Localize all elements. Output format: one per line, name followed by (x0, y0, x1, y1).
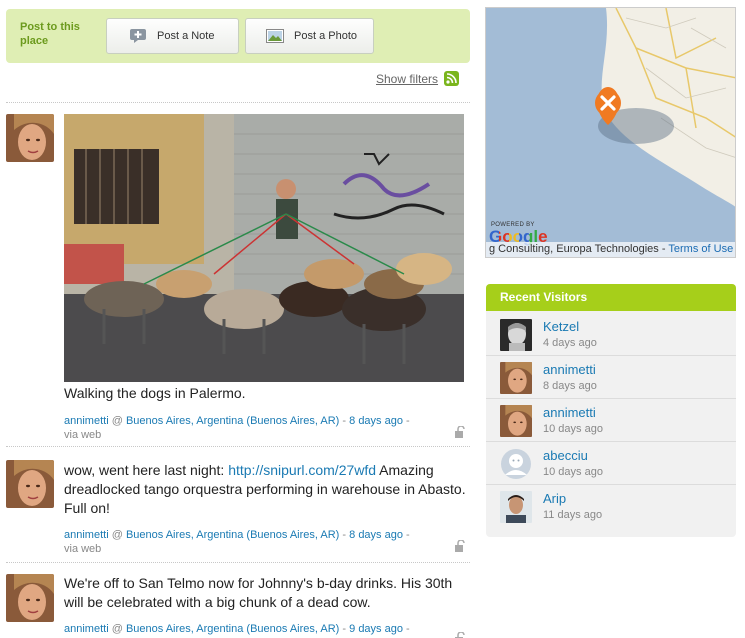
feed-entry: Walking the dogs in Palermo. annimetti @… (6, 114, 470, 444)
at-sign: @ (111, 415, 123, 427)
separator: - (342, 529, 347, 541)
visitor-time: 10 days ago (543, 466, 603, 478)
entry-text: wow, went here last night: http://snipur… (64, 461, 469, 518)
visitor-item[interactable]: Arip 11 days ago (486, 485, 736, 528)
post-photo-button[interactable]: Post a Photo (245, 18, 374, 54)
entry-link[interactable]: http://snipurl.com/27wfd (228, 462, 376, 478)
avatar[interactable] (6, 460, 54, 508)
visitor-item[interactable]: Ketzel 4 days ago (486, 313, 736, 356)
entry-text: We're off to San Telmo now for Johnny's … (64, 575, 453, 610)
at-sign: @ (111, 623, 123, 635)
entry-user-link[interactable]: annimetti (64, 623, 109, 635)
visitor-item[interactable]: abecciu 10 days ago (486, 442, 736, 485)
entry-time-link[interactable]: 8 days ago (349, 415, 403, 427)
separator: - (406, 623, 410, 635)
visitor-time: 4 days ago (543, 337, 597, 349)
visitor-avatar[interactable] (500, 491, 532, 523)
visitor-time: 8 days ago (543, 380, 597, 392)
location-map[interactable]: POWERED BY Google g Consulting, Europa T… (485, 7, 736, 258)
visitor-name[interactable]: Arip (543, 491, 566, 506)
visitor-name[interactable]: Ketzel (543, 319, 579, 334)
entry-place-link[interactable]: Buenos Aires, Argentina (Buenos Aires, A… (126, 415, 339, 427)
feed-divider (6, 102, 470, 103)
feed-entry: We're off to San Telmo now for Johnny's … (6, 574, 470, 638)
note-icon (130, 29, 146, 43)
visitor-item[interactable]: annimetti 8 days ago (486, 356, 736, 399)
feed-divider (6, 446, 470, 447)
terms-of-use-link[interactable]: Terms of Use (668, 243, 733, 255)
at-sign: @ (111, 529, 123, 541)
separator: - (406, 529, 410, 541)
entry-text-before: wow, went here last night: (64, 462, 229, 478)
visitor-avatar[interactable] (500, 319, 532, 351)
post-photo-label: Post a Photo (294, 30, 357, 42)
visitor-name[interactable]: abecciu (543, 448, 588, 463)
post-note-label: Post a Note (157, 30, 215, 42)
entry-time-link[interactable]: 9 days ago (349, 623, 403, 635)
visitor-avatar[interactable] (500, 405, 532, 437)
post-to-place-label: Post to this place (20, 21, 80, 47)
avatar[interactable] (6, 574, 54, 622)
separator: - (342, 415, 347, 427)
visitor-item[interactable]: annimetti 10 days ago (486, 399, 736, 442)
entry-via: via web (64, 429, 102, 441)
visitor-time: 11 days ago (543, 509, 603, 521)
feed-entry: wow, went here last night: http://snipur… (6, 460, 470, 560)
visitor-avatar[interactable] (500, 362, 532, 394)
lock-icon (455, 632, 465, 638)
separator: - (406, 415, 410, 427)
recent-visitors-panel: Recent Visitors Ketzel 4 days ago annime… (486, 284, 736, 537)
map-credit-text: g Consulting, Europa Technologies - (489, 243, 669, 255)
entry-meta: annimetti @ Buenos Aires, Argentina (Bue… (64, 528, 464, 556)
visitor-name[interactable]: annimetti (543, 362, 596, 377)
photo-icon (266, 29, 284, 43)
post-note-button[interactable]: Post a Note (106, 18, 239, 54)
separator: - (342, 623, 347, 635)
entry-time-link[interactable]: 8 days ago (349, 529, 403, 541)
entry-user-link[interactable]: annimetti (64, 529, 109, 541)
lock-icon (455, 540, 465, 552)
entry-caption: Walking the dogs in Palermo. (64, 385, 246, 401)
avatar[interactable] (6, 114, 54, 162)
map-attribution: g Consulting, Europa Technologies - Term… (486, 242, 735, 257)
feed-divider (6, 562, 470, 563)
entry-user-link[interactable]: annimetti (64, 415, 109, 427)
default-avatar-icon[interactable] (500, 448, 532, 480)
visitor-time: 10 days ago (543, 423, 603, 435)
show-filters-link[interactable]: Show filters (376, 72, 438, 86)
recent-visitors-title: Recent Visitors (486, 284, 736, 311)
entry-via: via web (64, 543, 102, 555)
entry-meta: annimetti @ Buenos Aires, Argentina (Bue… (64, 414, 464, 442)
post-to-place-bar: Post to this place Post a Note Post a Ph… (6, 9, 470, 63)
entry-photo[interactable] (64, 114, 464, 382)
lock-icon (455, 426, 465, 438)
entry-place-link[interactable]: Buenos Aires, Argentina (Buenos Aires, A… (126, 623, 339, 635)
entry-meta: annimetti @ Buenos Aires, Argentina (Bue… (64, 622, 464, 636)
visitor-name[interactable]: annimetti (543, 405, 596, 420)
entry-place-link[interactable]: Buenos Aires, Argentina (Buenos Aires, A… (126, 529, 339, 541)
rss-icon[interactable] (444, 71, 459, 86)
